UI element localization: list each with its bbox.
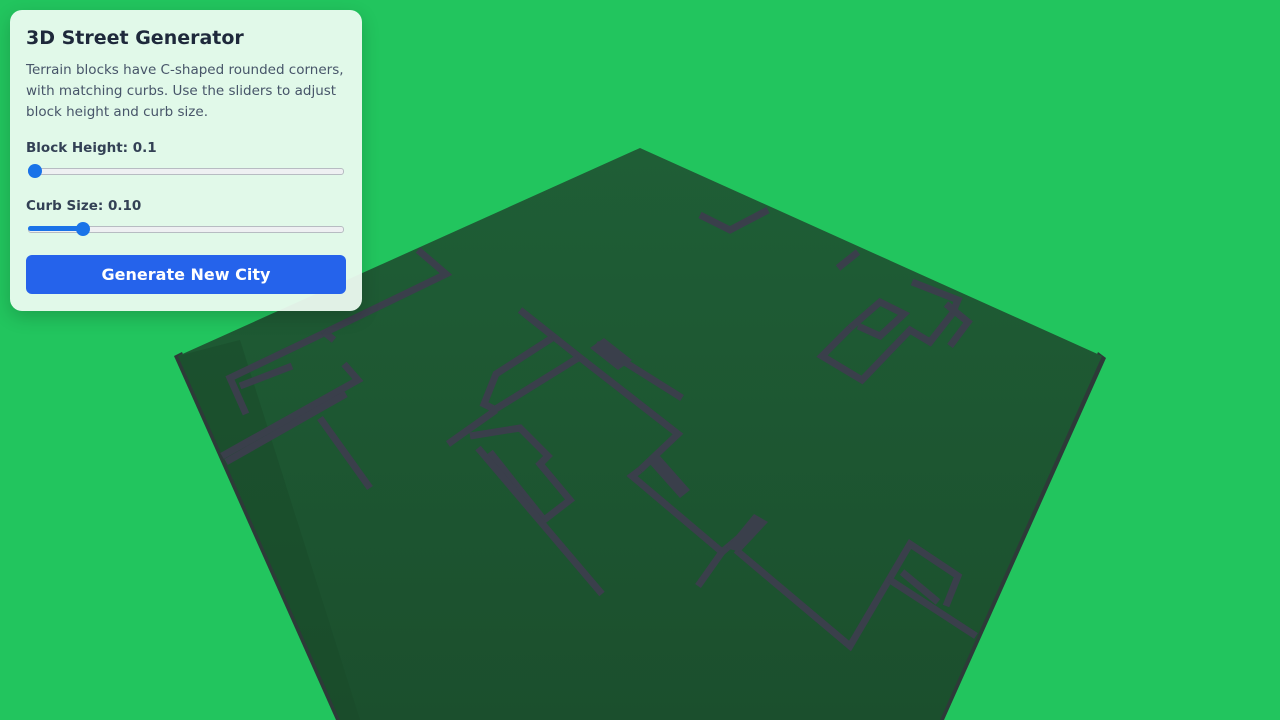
block-height-label: Block Height: 0.1 xyxy=(26,140,157,156)
curb-size-label: Curb Size: 0.10 xyxy=(26,198,142,214)
slider-fill xyxy=(28,226,84,231)
curb-size-slider[interactable] xyxy=(26,221,346,237)
panel-title: 3D Street Generator xyxy=(26,27,244,49)
block-height-slider[interactable] xyxy=(26,163,346,179)
control-panel: 3D Street Generator Terrain blocks have … xyxy=(10,10,362,311)
slider-thumb[interactable] xyxy=(28,164,42,178)
slider-thumb[interactable] xyxy=(76,222,91,236)
panel-description: Terrain blocks have C-shaped rounded cor… xyxy=(26,62,344,120)
slider-track xyxy=(28,168,344,175)
generate-city-button[interactable]: Generate New City xyxy=(26,255,346,294)
